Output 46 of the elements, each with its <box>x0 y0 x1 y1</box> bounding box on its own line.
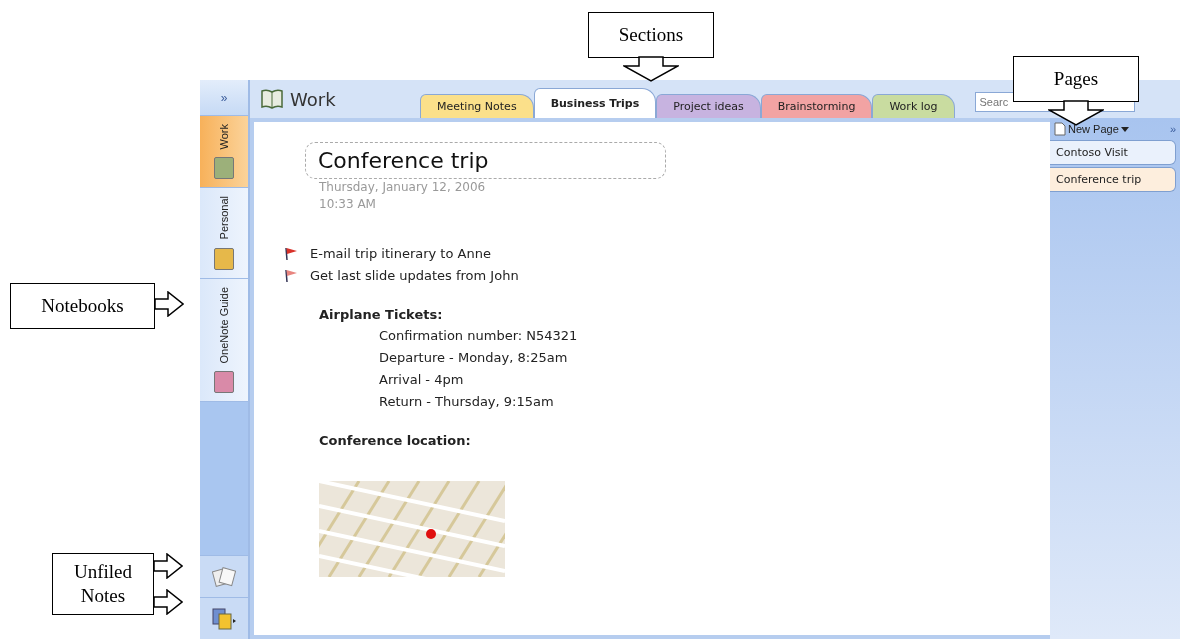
flag-icon <box>284 269 298 283</box>
note-line: Return - Thursday, 9:15am <box>379 393 555 411</box>
notebook-tab[interactable]: OneNote Guide <box>200 278 248 403</box>
callout-label: Unfiled Notes <box>52 553 154 615</box>
arrow-icon <box>153 589 183 615</box>
page-tab[interactable]: Conference trip <box>1050 167 1176 192</box>
note-heading: Conference location: <box>319 432 472 450</box>
expand-button[interactable]: » <box>200 80 248 116</box>
unfiled-notes-button[interactable] <box>200 555 248 597</box>
notebook-label: Work <box>218 124 230 150</box>
expand-button[interactable]: » <box>1169 123 1176 135</box>
notebook-tab[interactable]: Work <box>200 116 248 189</box>
notebook-label: OneNote Guide <box>218 286 230 364</box>
caret-icon <box>1120 126 1129 132</box>
notebooks-icon <box>211 606 237 631</box>
arrow-icon <box>1048 100 1104 126</box>
arrow-icon <box>154 291 184 317</box>
page-icon <box>1054 122 1066 136</box>
notebook-label: Personal <box>218 196 230 240</box>
note-line: Arrival - 4pm <box>379 371 465 389</box>
note-line: Confirmation number: N54321 <box>379 327 579 345</box>
note-line: Departure - Monday, 8:25am <box>379 349 569 367</box>
section-tab[interactable]: Meeting Notes <box>420 94 534 118</box>
note-heading: Airplane Tickets: <box>319 306 444 324</box>
flag-icon <box>284 247 298 261</box>
task-text: E-mail trip itinerary to Anne <box>310 245 491 263</box>
page-time: 10:33 AM <box>319 196 377 213</box>
arrow-icon <box>623 56 679 82</box>
section-tab[interactable]: Business Trips <box>533 88 657 118</box>
page-date: Thursday, January 12, 2006 <box>319 179 487 196</box>
callout-label: Pages <box>1013 56 1139 102</box>
section-tab[interactable]: Brainstorming <box>760 94 873 118</box>
notebook-menu-button[interactable] <box>200 597 248 639</box>
page-title: Conference trip <box>305 142 666 179</box>
callout-label: Notebooks <box>10 283 155 329</box>
section-tab[interactable]: Work log <box>872 94 955 118</box>
new-page-button[interactable]: New Page <box>1054 122 1129 136</box>
task-text: Get last slide updates from John <box>310 267 519 285</box>
notebook-icon <box>260 88 284 110</box>
callout-label: Sections <box>588 12 714 58</box>
notebook-tab[interactable]: Personal <box>200 188 248 279</box>
notebook-title: Work <box>290 88 337 110</box>
section-tab[interactable]: Project ideas <box>656 94 761 118</box>
arrow-icon <box>153 553 183 579</box>
notes-icon <box>212 565 236 588</box>
page-tab[interactable]: Contoso Visit <box>1050 140 1176 165</box>
